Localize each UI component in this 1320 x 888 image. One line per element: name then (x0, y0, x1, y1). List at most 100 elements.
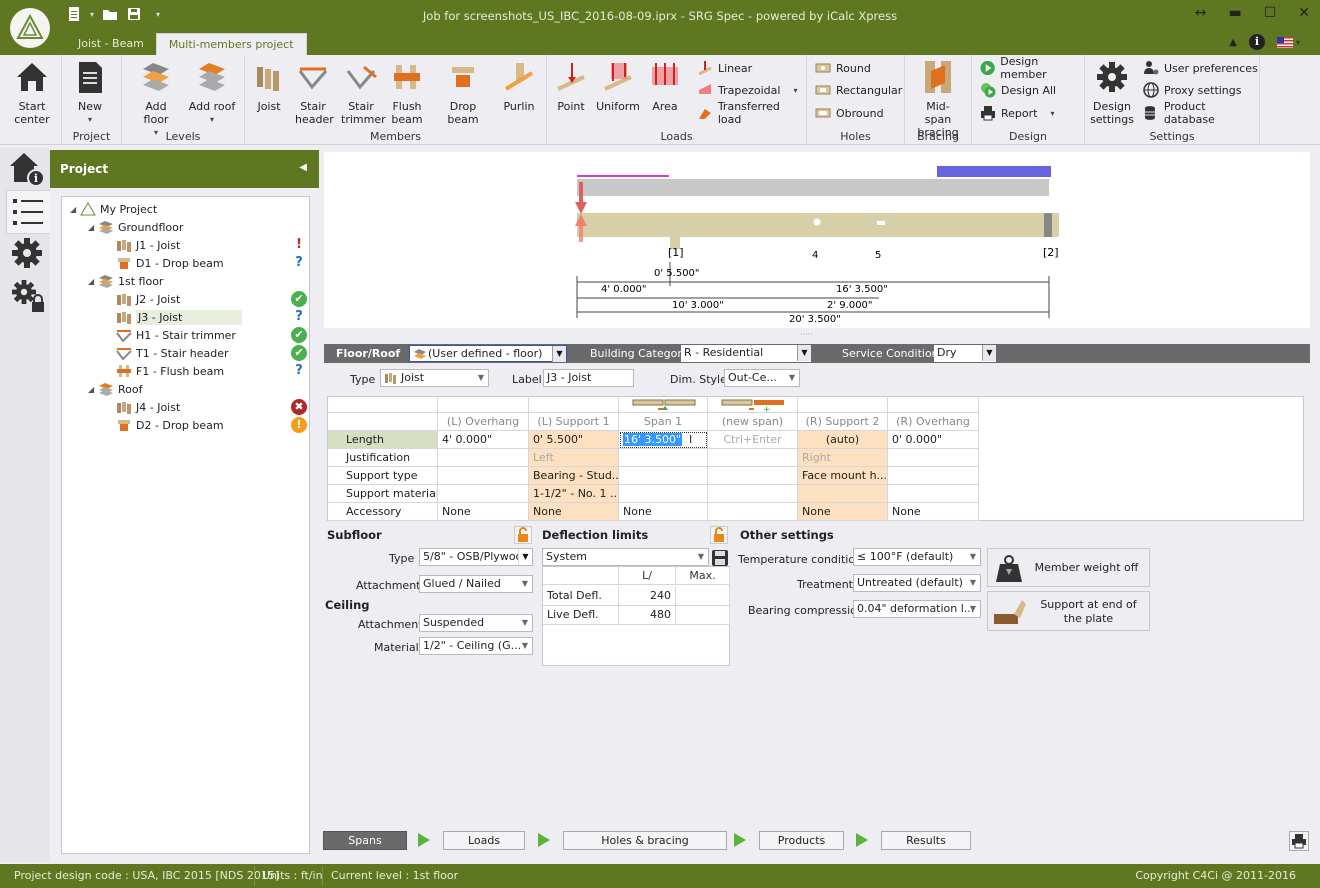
design-all-button[interactable]: Design All (980, 80, 1056, 100)
transferred-load-button[interactable]: Transferred load (697, 100, 806, 126)
area-load-button[interactable]: Area (647, 57, 683, 113)
report-button[interactable]: Report ▾ (980, 103, 1054, 123)
building-category-select[interactable]: R - Residential ▼ (681, 345, 811, 362)
print-icon[interactable] (1289, 831, 1309, 851)
member-label-input[interactable]: J3 - Joist (543, 369, 634, 387)
add-span-icon[interactable]: + (721, 398, 785, 412)
round-hole-button[interactable]: Round (815, 58, 871, 78)
trapezoidal-load-button[interactable]: Trapezoidal ▾ (697, 80, 797, 100)
support-end-plate-toggle[interactable]: Support at end of the plate (987, 591, 1150, 631)
subfloor-attachment-select[interactable]: Glued / Nailed ▼ (419, 575, 533, 593)
workflow-step-spans[interactable]: Spans (323, 831, 407, 850)
workflow-step-products[interactable]: Products (759, 831, 844, 850)
grid-cell[interactable]: Right (798, 449, 888, 467)
drop-beam-button[interactable]: Drop beam (433, 57, 493, 126)
grid-cell[interactable] (438, 449, 529, 467)
tree-item[interactable]: J2 - Joist ✔ (62, 290, 309, 308)
deflection-value[interactable] (676, 587, 730, 606)
grid-cell[interactable] (619, 467, 708, 485)
tree-item[interactable]: T1 - Stair header ✔ (62, 344, 309, 362)
tree-item[interactable]: J4 - Joist ✖ (62, 398, 309, 416)
grid-cell[interactable] (888, 449, 979, 467)
ceiling-attachment-select[interactable]: Suspended ▼ (419, 614, 533, 632)
grid-cell[interactable]: None (798, 503, 888, 521)
purlin-button[interactable]: Purlin (499, 57, 539, 113)
floor-roof-select[interactable]: (User defined - floor) ▼ (409, 345, 567, 362)
home-info-icon[interactable]: i (8, 150, 46, 188)
design-settings-button[interactable]: Design settings (1089, 57, 1135, 126)
tree-item[interactable]: ◢ My Project (62, 200, 309, 218)
grid-cell[interactable]: None (529, 503, 619, 521)
grid-cell[interactable] (888, 467, 979, 485)
grid-cell[interactable]: 4' 0.000" (438, 431, 529, 449)
member-weight-toggle[interactable]: Member weight off (987, 548, 1150, 587)
uniform-load-button[interactable]: Uniform (595, 57, 641, 113)
tree-item[interactable]: D1 - Drop beam? (62, 254, 309, 272)
user-preferences-button[interactable]: User preferences (1143, 58, 1258, 78)
proxy-settings-button[interactable]: Proxy settings (1143, 80, 1242, 100)
deflection-value[interactable]: 240 (619, 587, 676, 606)
stair-header-button[interactable]: Stair header (291, 57, 335, 126)
grid-cell[interactable] (708, 449, 798, 467)
locked-settings-icon[interactable] (8, 276, 46, 314)
info-icon[interactable]: i (1248, 34, 1265, 50)
tab-joist-beam[interactable]: Joist - Beam (66, 33, 156, 55)
tree-item[interactable]: J3 - Joist? (62, 308, 309, 326)
tree-item[interactable]: F1 - Flush beam? (62, 362, 309, 380)
language-selector[interactable]: ▾ (1276, 36, 1300, 48)
settings-gear-icon[interactable] (8, 234, 46, 272)
collapse-panel-icon[interactable]: ◀ (299, 162, 307, 173)
product-database-button[interactable]: Product database (1143, 100, 1259, 126)
temperature-select[interactable]: ≤ 100°F (default) ▼ (853, 548, 981, 566)
close-icon[interactable]: ✕ (1298, 5, 1310, 21)
linear-load-button[interactable]: Linear (697, 58, 752, 78)
expand-icon[interactable]: ◢ (88, 385, 98, 394)
grid-cell[interactable]: None (888, 503, 979, 521)
point-load-button[interactable]: Point (553, 57, 589, 113)
splitter-grip[interactable]: ····· (800, 330, 813, 339)
grid-cell[interactable]: 16' 3.500" I (619, 431, 708, 449)
tab-multi-members-project[interactable]: Multi-members project (155, 33, 307, 55)
tree-item[interactable]: ◢ Roof (62, 380, 309, 398)
tree-item[interactable]: ◢ Groundfloor (62, 218, 309, 236)
deflection-value[interactable] (676, 606, 730, 625)
grid-cell[interactable]: Ctrl+Enter (708, 431, 798, 449)
flush-beam-button[interactable]: Flush beam (387, 57, 427, 126)
span-split-icon[interactable] (632, 398, 696, 412)
span-length-input[interactable]: 16' 3.500" (623, 433, 683, 446)
add-roof-button[interactable]: Add roof ▾ (188, 57, 236, 126)
grid-cell[interactable] (798, 485, 888, 503)
grid-cell[interactable]: (auto) (798, 431, 888, 449)
grid-cell[interactable]: 0' 5.500" (529, 431, 619, 449)
rectangular-hole-button[interactable]: Rectangular (815, 80, 902, 100)
grid-cell[interactable] (438, 485, 529, 503)
grid-cell[interactable] (619, 485, 708, 503)
workflow-step-results[interactable]: Results (881, 831, 971, 850)
tree-item[interactable]: D2 - Drop beam! (62, 416, 309, 434)
grid-cell[interactable]: Face mount h... (798, 467, 888, 485)
deflection-lock-button[interactable] (710, 526, 728, 544)
save-preset-icon[interactable] (711, 549, 729, 567)
start-center-button[interactable]: Start center (8, 57, 56, 126)
rail-tab-project-tree[interactable] (6, 190, 50, 234)
tree-item[interactable]: J1 - Joist! (62, 236, 309, 254)
maximize-icon[interactable]: ☐ (1264, 5, 1277, 21)
grid-cell[interactable]: None (619, 503, 708, 521)
restore-width-icon[interactable]: ↔ (1195, 5, 1207, 21)
expand-icon[interactable]: ◢ (70, 205, 80, 214)
subfloor-lock-button[interactable] (514, 526, 532, 544)
grid-cell[interactable] (888, 485, 979, 503)
bearing-compression-select[interactable]: 0.04" deformation l... ▼ (853, 600, 981, 618)
treatment-select[interactable]: Untreated (default) ▼ (853, 574, 981, 592)
minimize-icon[interactable]: ▬ (1228, 5, 1241, 21)
grid-cell[interactable] (708, 485, 798, 503)
collapse-ribbon-icon[interactable]: ▲ (1229, 37, 1237, 48)
midspan-bracing-button[interactable]: Mid-span bracing (911, 57, 965, 139)
service-conditions-select[interactable]: Dry ▼ (934, 345, 996, 362)
tree-item[interactable]: H1 - Stair trimmer ✔ (62, 326, 309, 344)
grid-cell[interactable]: Left (529, 449, 619, 467)
expand-icon[interactable]: ◢ (88, 223, 98, 232)
new-project-button[interactable]: New ▾ (68, 57, 112, 126)
stair-trimmer-button[interactable]: Stair trimmer (339, 57, 386, 126)
expand-icon[interactable]: ◢ (88, 277, 98, 286)
